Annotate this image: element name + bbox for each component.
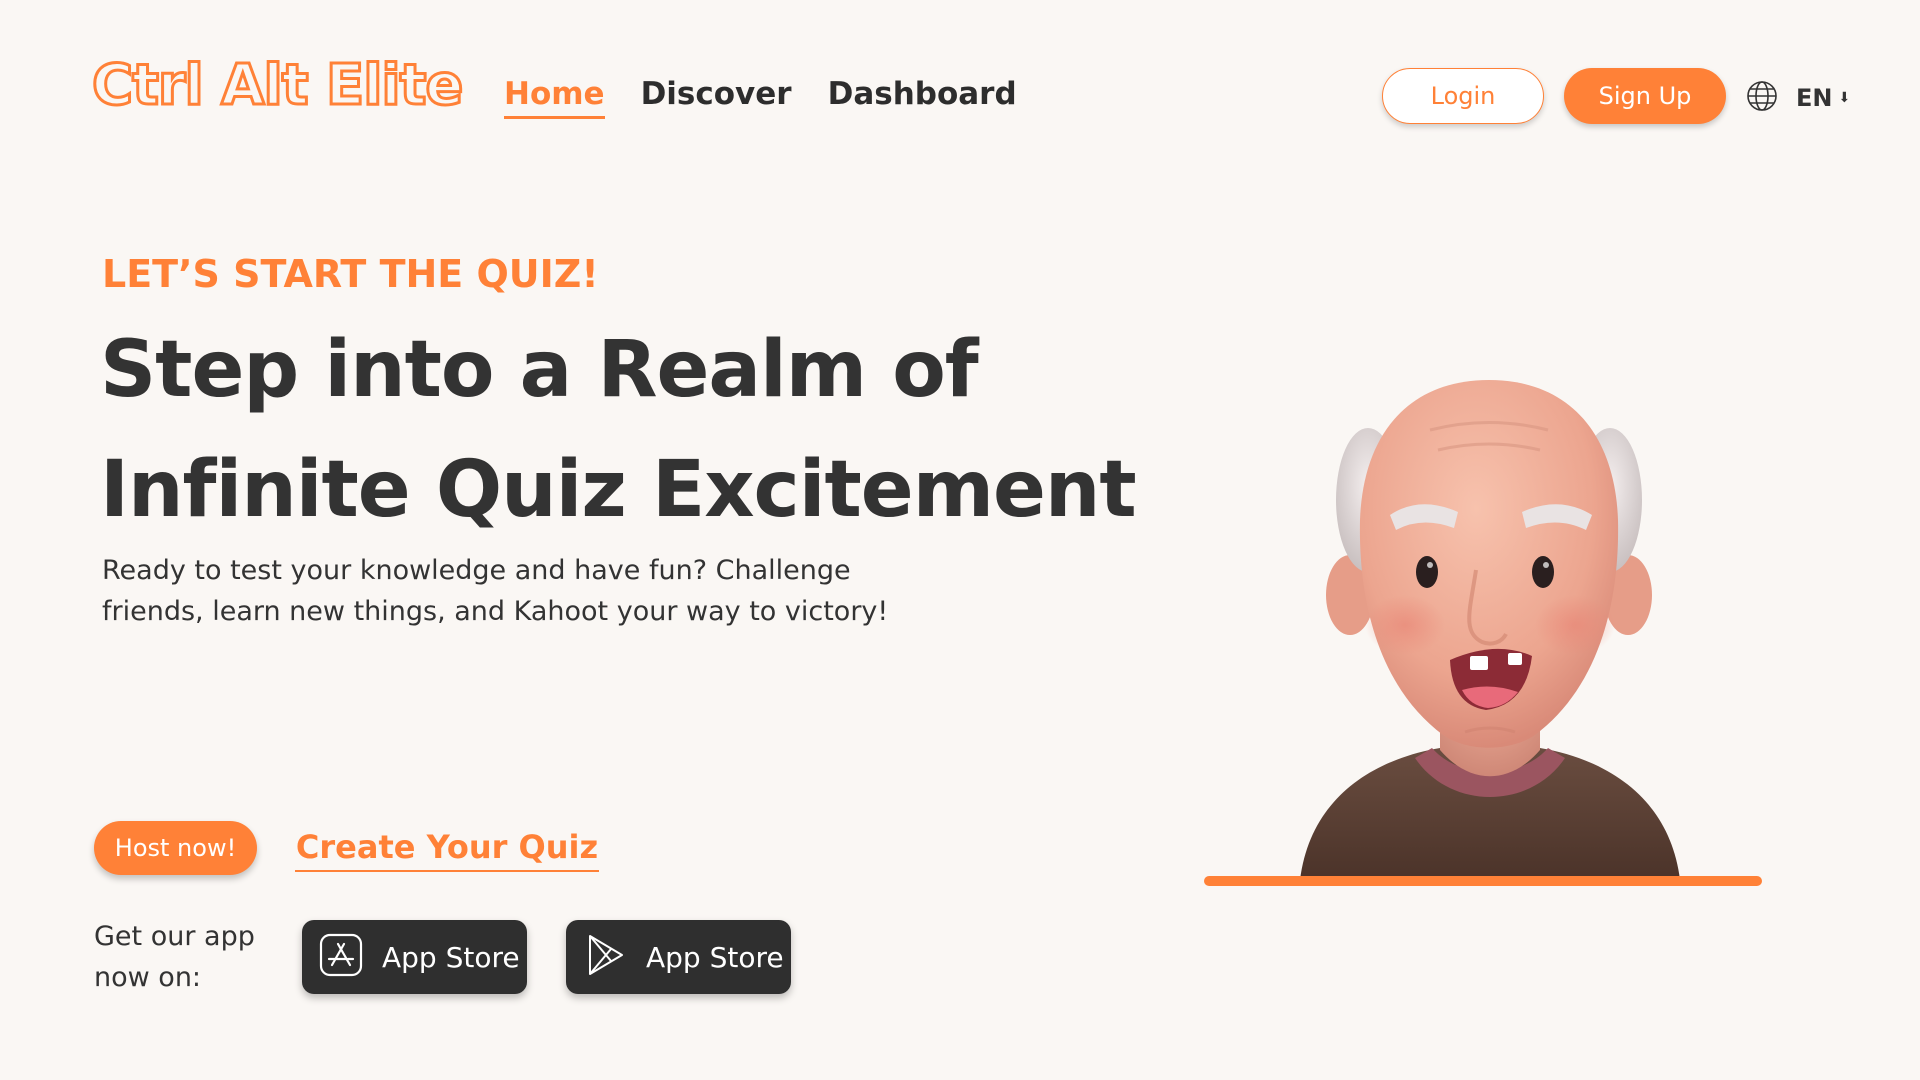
app-store-label: App Store xyxy=(382,940,520,974)
old-man-avatar-icon xyxy=(1200,360,1780,880)
google-play-label: App Store xyxy=(646,940,784,974)
nav-home[interactable]: Home xyxy=(504,76,605,120)
hero-title: Step into a Realm of Infinite Quiz Excit… xyxy=(100,310,1140,550)
nav-dashboard[interactable]: Dashboard xyxy=(828,76,1017,113)
app-store-icon xyxy=(318,932,364,982)
login-button[interactable]: Login xyxy=(1382,68,1544,124)
language-selector[interactable]: EN ⬇ xyxy=(1746,80,1850,116)
hero-eyebrow: LET’S START THE QUIZ! xyxy=(102,252,599,296)
app-store-button[interactable]: App Store xyxy=(302,920,527,994)
google-play-icon xyxy=(582,932,628,982)
nav-discover[interactable]: Discover xyxy=(641,76,792,113)
main-nav: Home Discover Dashboard xyxy=(504,76,1017,120)
hero-description: Ready to test your knowledge and have fu… xyxy=(102,555,889,627)
signup-button[interactable]: Sign Up xyxy=(1564,68,1726,124)
arrow-down-icon: ⬇ xyxy=(1838,90,1851,106)
illustration-underline xyxy=(1204,876,1762,886)
hero-title-line1: Step into a Realm of xyxy=(100,325,979,415)
language-code: EN xyxy=(1796,84,1833,112)
get-app-text: Get our app now on: xyxy=(94,921,255,993)
create-quiz-link[interactable]: Create Your Quiz xyxy=(295,824,599,872)
landing-page: Ctrl Alt Elite Home Discover Dashboard L… xyxy=(0,0,1920,1080)
brand-logo[interactable]: Ctrl Alt Elite xyxy=(90,56,464,115)
hero-title-line2: Infinite Quiz Excitement xyxy=(100,445,1137,535)
host-now-button[interactable]: Host now! xyxy=(94,821,257,875)
google-play-button[interactable]: App Store xyxy=(566,920,791,994)
globe-icon xyxy=(1746,80,1778,116)
